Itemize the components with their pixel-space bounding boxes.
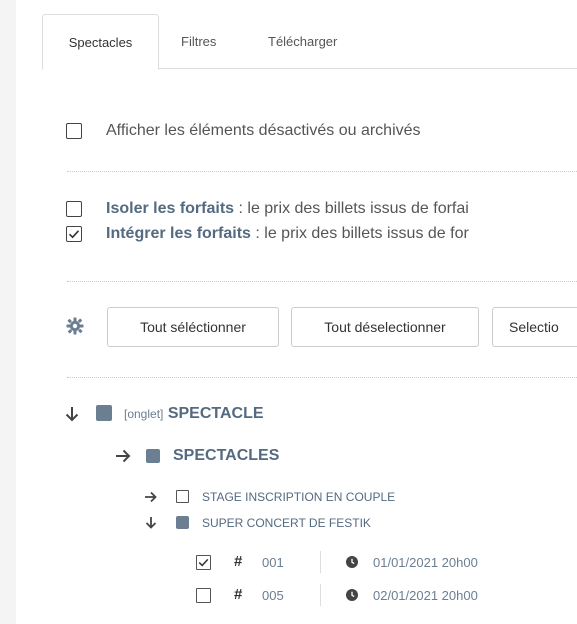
main-panel: Spectacles Filtres Télécharger Afficher … xyxy=(16,0,577,624)
check-icon xyxy=(68,230,80,239)
tree-item-label: SUPER CONCERT DE FESTIK xyxy=(202,516,371,530)
root-checkbox[interactable] xyxy=(96,405,112,421)
session-checkbox[interactable] xyxy=(196,588,211,603)
integrate-forfaits-desc: : le prix des billets issus de for xyxy=(250,225,469,242)
arrow-down-icon[interactable] xyxy=(65,406,79,422)
session-number: 005 xyxy=(262,588,284,603)
divider xyxy=(67,377,577,378)
item-checkbox[interactable] xyxy=(176,516,189,529)
arrow-down-icon[interactable] xyxy=(145,516,157,529)
divider xyxy=(67,171,577,172)
select-all-button[interactable]: Tout séléctionner xyxy=(107,307,279,347)
tree-root-prefix: [onglet] xyxy=(124,407,164,421)
gear-icon[interactable] xyxy=(66,317,84,335)
isolate-forfaits-desc: : le prix des billets issus de forfai xyxy=(234,200,469,217)
isolate-forfaits-strong: Isoler les forfaits xyxy=(106,200,235,217)
clock-icon xyxy=(346,556,358,568)
tab-bar: Spectacles Filtres Télécharger xyxy=(42,14,577,70)
session-date: 02/01/2021 20h00 xyxy=(373,588,478,603)
select-partial-button[interactable]: Selectio xyxy=(492,307,577,347)
item-checkbox[interactable] xyxy=(176,490,189,503)
tree-item-label: STAGE INSCRIPTION EN COUPLE xyxy=(202,490,396,504)
arrow-right-icon[interactable] xyxy=(115,449,131,463)
group-checkbox[interactable] xyxy=(146,449,160,463)
tree-root-label: [onglet] SPECTACLE xyxy=(124,405,264,423)
tree-root-title: SPECTACLE xyxy=(167,405,264,422)
separator xyxy=(320,551,321,573)
arrow-right-icon[interactable] xyxy=(144,491,157,503)
isolate-forfaits-label: Isoler les forfaits : le prix des billet… xyxy=(106,200,469,218)
session-checkbox[interactable] xyxy=(196,555,211,570)
show-disabled-checkbox[interactable] xyxy=(66,123,82,139)
divider xyxy=(67,281,577,282)
hash-icon: # xyxy=(234,586,243,603)
tab-spectacles[interactable]: Spectacles xyxy=(42,14,159,70)
session-number: 001 xyxy=(262,555,284,570)
clock-icon xyxy=(346,589,358,601)
integrate-forfaits-label: Intégrer les forfaits : le prix des bill… xyxy=(106,225,469,243)
session-date: 01/01/2021 20h00 xyxy=(373,555,478,570)
tab-telecharger[interactable]: Télécharger xyxy=(268,14,337,70)
deselect-all-button[interactable]: Tout déselectionner xyxy=(291,307,479,347)
check-icon xyxy=(198,558,209,567)
tree-group-label: SPECTACLES xyxy=(173,447,280,464)
isolate-forfaits-checkbox[interactable] xyxy=(66,201,82,217)
integrate-forfaits-checkbox[interactable] xyxy=(66,226,82,242)
tab-filtres[interactable]: Filtres xyxy=(181,14,216,70)
separator xyxy=(320,584,321,606)
show-disabled-label: Afficher les éléments désactivés ou arch… xyxy=(106,122,421,139)
hash-icon: # xyxy=(234,553,243,570)
integrate-forfaits-strong: Intégrer les forfaits xyxy=(106,225,251,242)
